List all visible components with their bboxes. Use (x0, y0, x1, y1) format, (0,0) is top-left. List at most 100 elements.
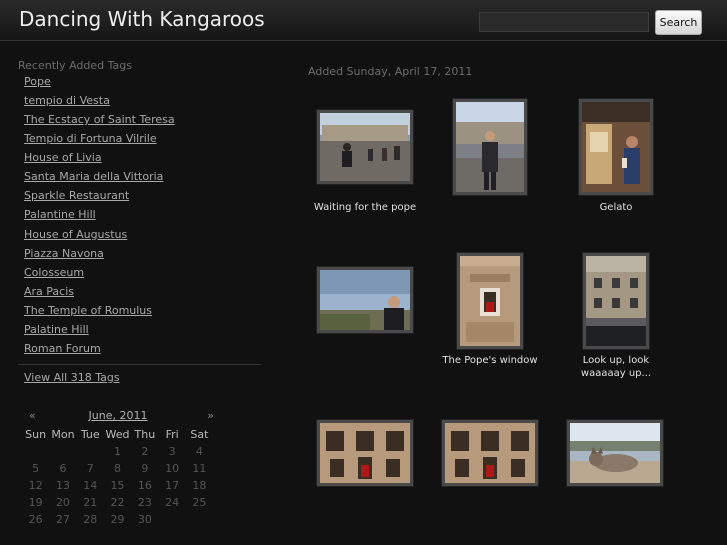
tag-link-palantine-hill[interactable]: Palantine Hill (24, 208, 96, 221)
tag-item: Palatine Hill (18, 323, 261, 342)
tag-link-house-of-livia[interactable]: House of Livia (24, 151, 102, 164)
site-title[interactable]: Dancing With Kangaroos (19, 7, 265, 31)
search-button[interactable]: Search (655, 10, 702, 35)
tag-link-ara-pacis[interactable]: Ara Pacis (24, 285, 74, 298)
photo-thumbnail[interactable] (456, 252, 524, 350)
sidebar-divider (18, 363, 261, 365)
site-header: Dancing With Kangaroos Search (0, 0, 727, 41)
photo-window-image (460, 256, 520, 346)
calendar-day: 12 (28, 479, 43, 492)
photo-thumbnail[interactable] (578, 98, 654, 196)
calendar-day: 2 (141, 445, 149, 458)
calendar-day: 4 (195, 445, 203, 458)
photo-thumbnail[interactable] (316, 419, 414, 487)
calendar-day: 11 (192, 462, 207, 475)
tag-item: Colosseum (18, 266, 261, 285)
tag-link-piazza-navona[interactable]: Piazza Navona (24, 247, 104, 260)
photo-thumbnail[interactable] (582, 252, 650, 350)
tag-item: The Ecstacy of Saint Teresa (18, 113, 261, 132)
tag-link-pope[interactable]: Pope (24, 75, 51, 88)
tag-link-tempio-di-vesta[interactable]: tempio di Vesta (24, 94, 110, 107)
calendar-day: 13 (55, 479, 70, 492)
calendar-day (77, 443, 104, 460)
tag-link-sparkle-restaurant[interactable]: Sparkle Restaurant (24, 189, 129, 202)
search-input[interactable] (479, 12, 649, 32)
weekday-header: Sat (190, 428, 209, 441)
photo-man-sky-image (320, 270, 410, 330)
calendar-nav: « June, 2011 » (22, 409, 214, 426)
tag-link-house-of-augustus[interactable]: House of Augustus (24, 228, 127, 241)
tag-item: tempio di Vesta (18, 94, 261, 113)
tag-item: Santa Maria della Vittoria (18, 170, 261, 189)
weekday-header: Sun (25, 428, 47, 441)
tag-link-palatine-hill[interactable]: Palatine Hill (24, 323, 89, 336)
photo-thumbnail[interactable] (316, 266, 414, 334)
calendar-day: 17 (165, 479, 180, 492)
tag-link-santa-maria-della-vittoria[interactable]: Santa Maria della Vittoria (24, 170, 163, 183)
view-all-tags-link[interactable]: View All 318 Tags (18, 371, 120, 384)
tag-item: The Temple of Romulus (18, 304, 261, 323)
recent-tags-heading: Recently Added Tags (18, 59, 132, 72)
tag-link-roman-forum[interactable]: Roman Forum (24, 342, 101, 355)
calendar-day (158, 511, 185, 528)
photo-thumbnail[interactable] (566, 419, 664, 487)
calendar-day (49, 443, 76, 460)
tag-item: Tempio di Fortuna Vilrile (18, 132, 261, 151)
calendar-day: 3 (168, 445, 176, 458)
calendar-day: 25 (192, 496, 207, 509)
calendar-day: 30 (137, 513, 152, 526)
tag-link-tempio-di-fortuna[interactable]: Tempio di Fortuna Vilrile (24, 132, 157, 145)
calendar-day: 23 (137, 496, 152, 509)
tag-item: House of Augustus (18, 228, 261, 247)
calendar-day: 1 (114, 445, 122, 458)
tag-link-colosseum[interactable]: Colosseum (24, 266, 84, 279)
calendar-day: 6 (59, 462, 67, 475)
photo-window-wide-image (445, 423, 535, 483)
calendar-day: 20 (55, 496, 70, 509)
photo-thumbnail[interactable] (316, 109, 414, 185)
weekday-header: Fri (165, 428, 179, 441)
photo-thumbnail[interactable] (441, 419, 539, 487)
photo-window-wide-image (320, 423, 410, 483)
calendar-day: 18 (192, 479, 207, 492)
calendar-day: 5 (32, 462, 40, 475)
photo-caption[interactable]: Look up, look waaaaay up... (561, 354, 671, 380)
calendar-month-title[interactable]: June, 2011 (22, 409, 214, 422)
calendar-day: 24 (165, 496, 180, 509)
calendar: « June, 2011 » Sun Mon Tue Wed Thu Fri S… (22, 409, 214, 528)
photo-caption[interactable]: Waiting for the pope (310, 201, 420, 214)
calendar-day: 8 (114, 462, 122, 475)
calendar-day: 28 (83, 513, 98, 526)
photo-facade-image (586, 256, 646, 346)
tag-item: Piazza Navona (18, 247, 261, 266)
calendar-day: 26 (28, 513, 43, 526)
calendar-day: 14 (83, 479, 98, 492)
calendar-day: 29 (110, 513, 125, 526)
tag-item: Roman Forum (18, 342, 261, 361)
tag-item: Ara Pacis (18, 285, 261, 304)
photo-thumbnail[interactable] (452, 98, 528, 196)
calendar-day: 10 (165, 462, 180, 475)
tag-item: Pope (18, 75, 261, 94)
tag-link-temple-of-romulus[interactable]: The Temple of Romulus (24, 304, 152, 317)
tag-list: Pope tempio di Vesta The Ecstacy of Sain… (18, 75, 261, 361)
calendar-next-button[interactable]: » (207, 409, 214, 422)
calendar-grid: Sun Mon Tue Wed Thu Fri Sat 1 2 3 4 5 6 … (22, 426, 214, 528)
photo-square-image (320, 113, 410, 181)
calendar-day (22, 443, 49, 460)
calendar-day: 9 (141, 462, 149, 475)
calendar-day: 19 (28, 496, 43, 509)
tag-link-ecstacy-saint-teresa[interactable]: The Ecstacy of Saint Teresa (24, 113, 175, 126)
calendar-day: 27 (55, 513, 70, 526)
date-heading: Added Sunday, April 17, 2011 (308, 65, 473, 78)
weekday-header: Thu (134, 428, 156, 441)
sidebar: Recently Added Tags Pope tempio di Vesta… (18, 59, 261, 384)
calendar-day: 16 (137, 479, 152, 492)
tag-item: House of Livia (18, 151, 261, 170)
photo-caption[interactable]: The Pope's window (435, 354, 545, 367)
calendar-day: 21 (83, 496, 98, 509)
photo-cat-image (570, 423, 660, 483)
photo-man-street-image (456, 102, 524, 192)
calendar-day (186, 511, 213, 528)
photo-caption[interactable]: Gelato (561, 201, 671, 214)
